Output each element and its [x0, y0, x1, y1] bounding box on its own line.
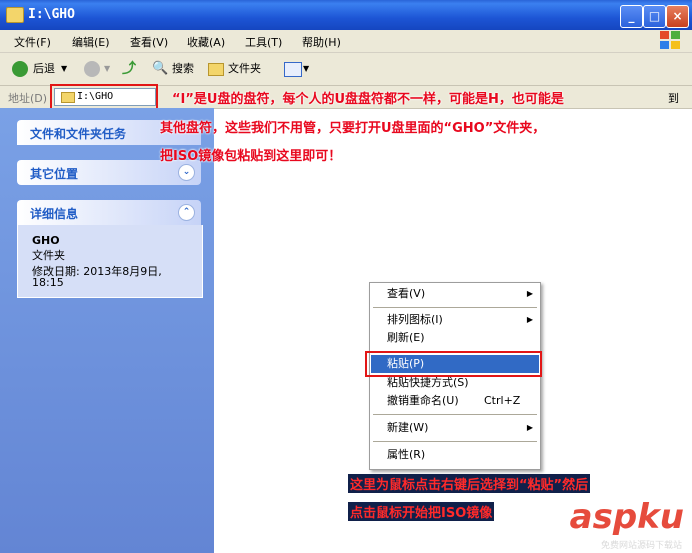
- context-item-view[interactable]: 查看(V) ▶: [371, 285, 539, 303]
- folders-button[interactable]: 文件夹: [228, 59, 261, 79]
- menu-tools[interactable]: 工具(T): [245, 34, 282, 50]
- context-divider: [373, 414, 537, 415]
- menu-favorites[interactable]: 收藏(A): [187, 34, 225, 50]
- context-item-label: 新建(W): [387, 421, 429, 434]
- search-icon: 🔍: [152, 61, 169, 76]
- annotation-bottom-line1: 这里为鼠标点击右键后选择到“粘贴”然后: [348, 474, 591, 493]
- other-places-title: 其它位置: [30, 167, 79, 181]
- context-item-label: 刷新(E): [387, 331, 425, 344]
- submenu-arrow-icon: ▶: [526, 423, 533, 432]
- context-item-refresh[interactable]: 刷新(E): [371, 329, 539, 347]
- context-item-shortcut: Ctrl+Z: [484, 394, 521, 407]
- menu-bar: 文件(F) 编辑(E) 查看(V) 收藏(A) 工具(T) 帮助(H): [0, 30, 692, 53]
- context-item-arrange[interactable]: 排列图标(I) ▶: [371, 311, 539, 329]
- go-button[interactable]: 到: [668, 90, 679, 106]
- menu-view[interactable]: 查看(V): [130, 34, 168, 50]
- window-title: I:\GHO: [28, 7, 75, 22]
- context-divider: [373, 307, 537, 308]
- maximize-button[interactable]: □: [643, 5, 666, 28]
- details-panel-title: 详细信息: [30, 207, 79, 221]
- address-label: 地址(D): [8, 92, 48, 105]
- submenu-arrow-icon: ▶: [526, 289, 533, 298]
- forward-arrow-icon[interactable]: [84, 61, 100, 77]
- views-icon[interactable]: [284, 62, 302, 77]
- details-panel-header[interactable]: 详细信息 ⌃: [17, 200, 201, 225]
- watermark-subtitle: 免费网站源码下载站: [600, 541, 682, 551]
- task-pane: 文件和文件夹任务 其它位置 ⌄ 详细信息 ⌃ GHO 文件夹 修改日期: 201…: [0, 108, 214, 553]
- expand-chevron-icon[interactable]: ⌄: [178, 164, 195, 181]
- title-bar: I:\GHO _ □ ×: [0, 0, 692, 30]
- context-item-label: 撤销重命名(U): [387, 394, 459, 407]
- menu-file[interactable]: 文件(F): [14, 34, 51, 50]
- context-item-label: 属性(R): [387, 448, 426, 461]
- minimize-button[interactable]: _: [620, 5, 643, 28]
- collapse-chevron-icon[interactable]: ⌃: [178, 204, 195, 221]
- paste-highlight-box: [365, 351, 542, 377]
- forward-dropdown-icon[interactable]: ▼: [104, 59, 110, 79]
- watermark-logo: aspku: [569, 497, 684, 537]
- context-item-label: 查看(V): [387, 287, 426, 300]
- back-arrow-icon[interactable]: [12, 61, 28, 77]
- context-item-new[interactable]: 新建(W) ▶: [371, 419, 539, 437]
- context-item-label: 排列图标(I): [387, 313, 443, 326]
- menu-help[interactable]: 帮助(H): [302, 34, 341, 50]
- annotation-top-line2: 其他盘符，这些我们不用管，只要打开U盘里面的“GHO”文件夹，: [160, 121, 546, 136]
- close-button[interactable]: ×: [666, 5, 689, 28]
- details-panel-body: GHO 文件夹 修改日期: 2013年8月9日, 18:15: [17, 225, 203, 298]
- folders-icon: [208, 63, 224, 76]
- details-type: 文件夹: [32, 249, 65, 262]
- search-button[interactable]: 搜索: [172, 59, 194, 79]
- folder-icon: [6, 7, 24, 23]
- views-dropdown-icon[interactable]: ▼: [303, 59, 309, 79]
- toolbar: 后退 ▼ ▼ ⤴ 🔍 搜索 文件夹 ▼: [0, 53, 692, 86]
- tasks-panel-title: 文件和文件夹任务: [30, 127, 127, 141]
- up-folder-icon[interactable]: ⤴: [122, 59, 136, 79]
- details-modified-time: 18:15: [32, 276, 64, 289]
- context-divider: [373, 441, 537, 442]
- back-dropdown-icon[interactable]: ▼: [61, 59, 67, 79]
- windows-logo-icon: [660, 31, 682, 51]
- annotation-top-line3: 把ISO镜像包粘贴到这里即可！: [160, 149, 342, 164]
- menu-edit[interactable]: 编辑(E): [72, 34, 110, 50]
- details-name: GHO: [32, 234, 60, 247]
- submenu-arrow-icon: ▶: [526, 315, 533, 324]
- annotation-bottom-line2: 点击鼠标开始把ISO镜像: [348, 502, 495, 521]
- context-item-properties[interactable]: 属性(R): [371, 446, 539, 464]
- context-item-undo-rename[interactable]: 撤销重命名(U) Ctrl+Z: [371, 392, 539, 410]
- annotation-top-line1: “I”是U盘的盘符，每个人的U盘盘符都不一样，可能是H，也可能是: [172, 92, 564, 107]
- back-button[interactable]: 后退: [33, 59, 55, 79]
